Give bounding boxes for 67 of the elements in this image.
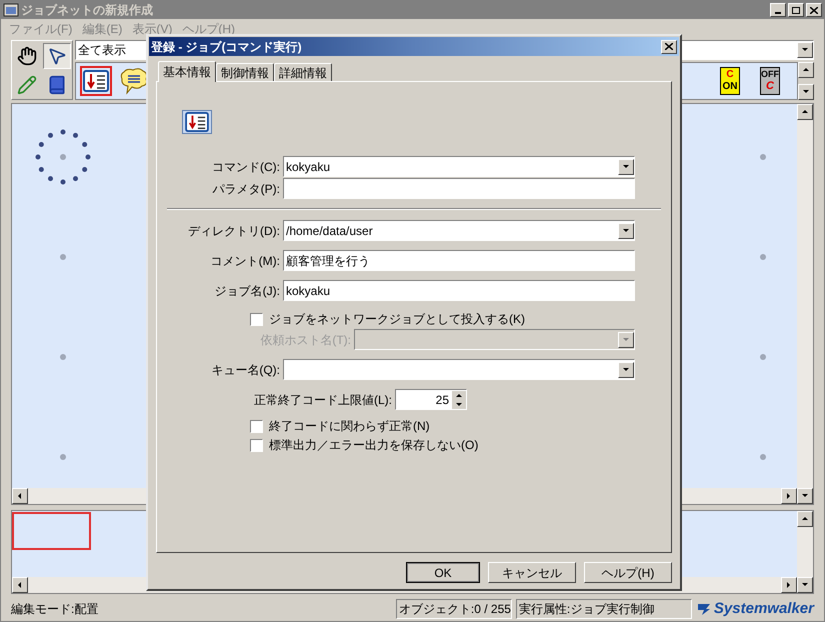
dialog-button[interactable]: OK	[406, 562, 480, 583]
scroll-down-button[interactable]	[798, 84, 814, 100]
pencil-icon	[17, 74, 37, 94]
spin-field[interactable]: 25	[395, 389, 467, 410]
checkbox-label: 標準出力／エラー出力を保存しない(O)	[269, 437, 478, 454]
field-label: コマンド(C):	[211, 158, 281, 176]
minimize-button[interactable]	[770, 3, 786, 17]
logo-mark-icon	[696, 602, 712, 616]
job-icon	[83, 70, 109, 92]
speech-balloon-icon	[119, 67, 149, 95]
dropdown-button[interactable]	[618, 362, 634, 378]
scroll-right-button[interactable]	[781, 488, 797, 504]
field-label: コメント(M):	[210, 252, 281, 270]
checkbox-label: ジョブをネットワークジョブとして投入する(K)	[269, 311, 525, 328]
book-icon	[47, 74, 67, 94]
field-label: ディレクトリ(D):	[187, 222, 281, 240]
close-icon	[810, 6, 818, 14]
execution-attribute-status: 実行属性:ジョブ実行制御	[516, 599, 692, 619]
tab[interactable]: 制御情報	[216, 63, 274, 81]
tool-button[interactable]	[43, 42, 71, 68]
close-icon	[665, 43, 673, 50]
dropdown-button[interactable]	[618, 158, 634, 174]
scroll-right-button[interactable]	[781, 577, 797, 593]
app-icon	[3, 3, 19, 17]
field-label: パラメタ(P):	[212, 180, 281, 198]
maximize-icon	[792, 6, 800, 14]
dropdown-button[interactable]	[797, 42, 813, 58]
tab[interactable]: 詳細情報	[274, 63, 332, 81]
dialog-title: 登録 - ジョブ(コマンド実行)	[151, 38, 302, 56]
checkbox[interactable]	[250, 438, 263, 452]
combo-box[interactable]: kokyaku	[283, 156, 635, 177]
input-field[interactable]	[283, 178, 635, 199]
window-title: ジョブネットの新規作成	[21, 2, 153, 19]
scroll-down-button[interactable]	[797, 577, 813, 593]
input-field[interactable]: kokyaku	[283, 280, 635, 301]
dialog-button[interactable]: ヘルプ(H)	[584, 562, 672, 583]
scroll-up-button[interactable]	[797, 511, 813, 527]
scroll-left-button[interactable]	[12, 488, 28, 504]
scroll-down-button[interactable]	[797, 488, 813, 504]
tab[interactable]: 基本情報	[158, 61, 216, 82]
dropdown-button[interactable]	[618, 222, 634, 238]
field-label: キュー名(Q):	[210, 362, 281, 378]
object-count-status: オブジェクト:0 / 255	[396, 599, 512, 619]
hand-icon	[17, 46, 37, 66]
scroll-up-button[interactable]	[798, 62, 814, 78]
maximize-button[interactable]	[788, 3, 804, 17]
field-label: 依頼ホスト名(T):	[259, 332, 352, 348]
input-field[interactable]: 顧客管理を行う	[283, 250, 635, 271]
spin-up-icon	[452, 390, 466, 400]
dialog-button[interactable]: キャンセル	[488, 562, 576, 583]
scroll-up-button[interactable]	[797, 104, 813, 120]
job-icon	[185, 112, 209, 132]
close-button[interactable]	[806, 3, 822, 17]
checkbox-label: 終了コードに関わらず正常(N)	[269, 418, 430, 435]
viewport-frame[interactable]	[12, 512, 91, 550]
field-label: ジョブ名(J):	[214, 282, 281, 300]
close-button[interactable]	[661, 40, 677, 54]
checkbox[interactable]	[250, 420, 263, 432]
field-label: 正常終了コード上限値(L):	[254, 392, 393, 408]
combo-box[interactable]: /home/data/user	[283, 220, 635, 241]
edit-mode-status: 編集モード:配置	[11, 601, 100, 618]
job-type-button[interactable]	[80, 66, 112, 96]
combo-box[interactable]	[283, 359, 635, 380]
scroll-left-button[interactable]	[12, 577, 28, 593]
checkbox[interactable]	[250, 312, 263, 326]
pointer-icon	[47, 46, 67, 66]
systemwalker-logo: Systemwalker	[714, 598, 814, 619]
